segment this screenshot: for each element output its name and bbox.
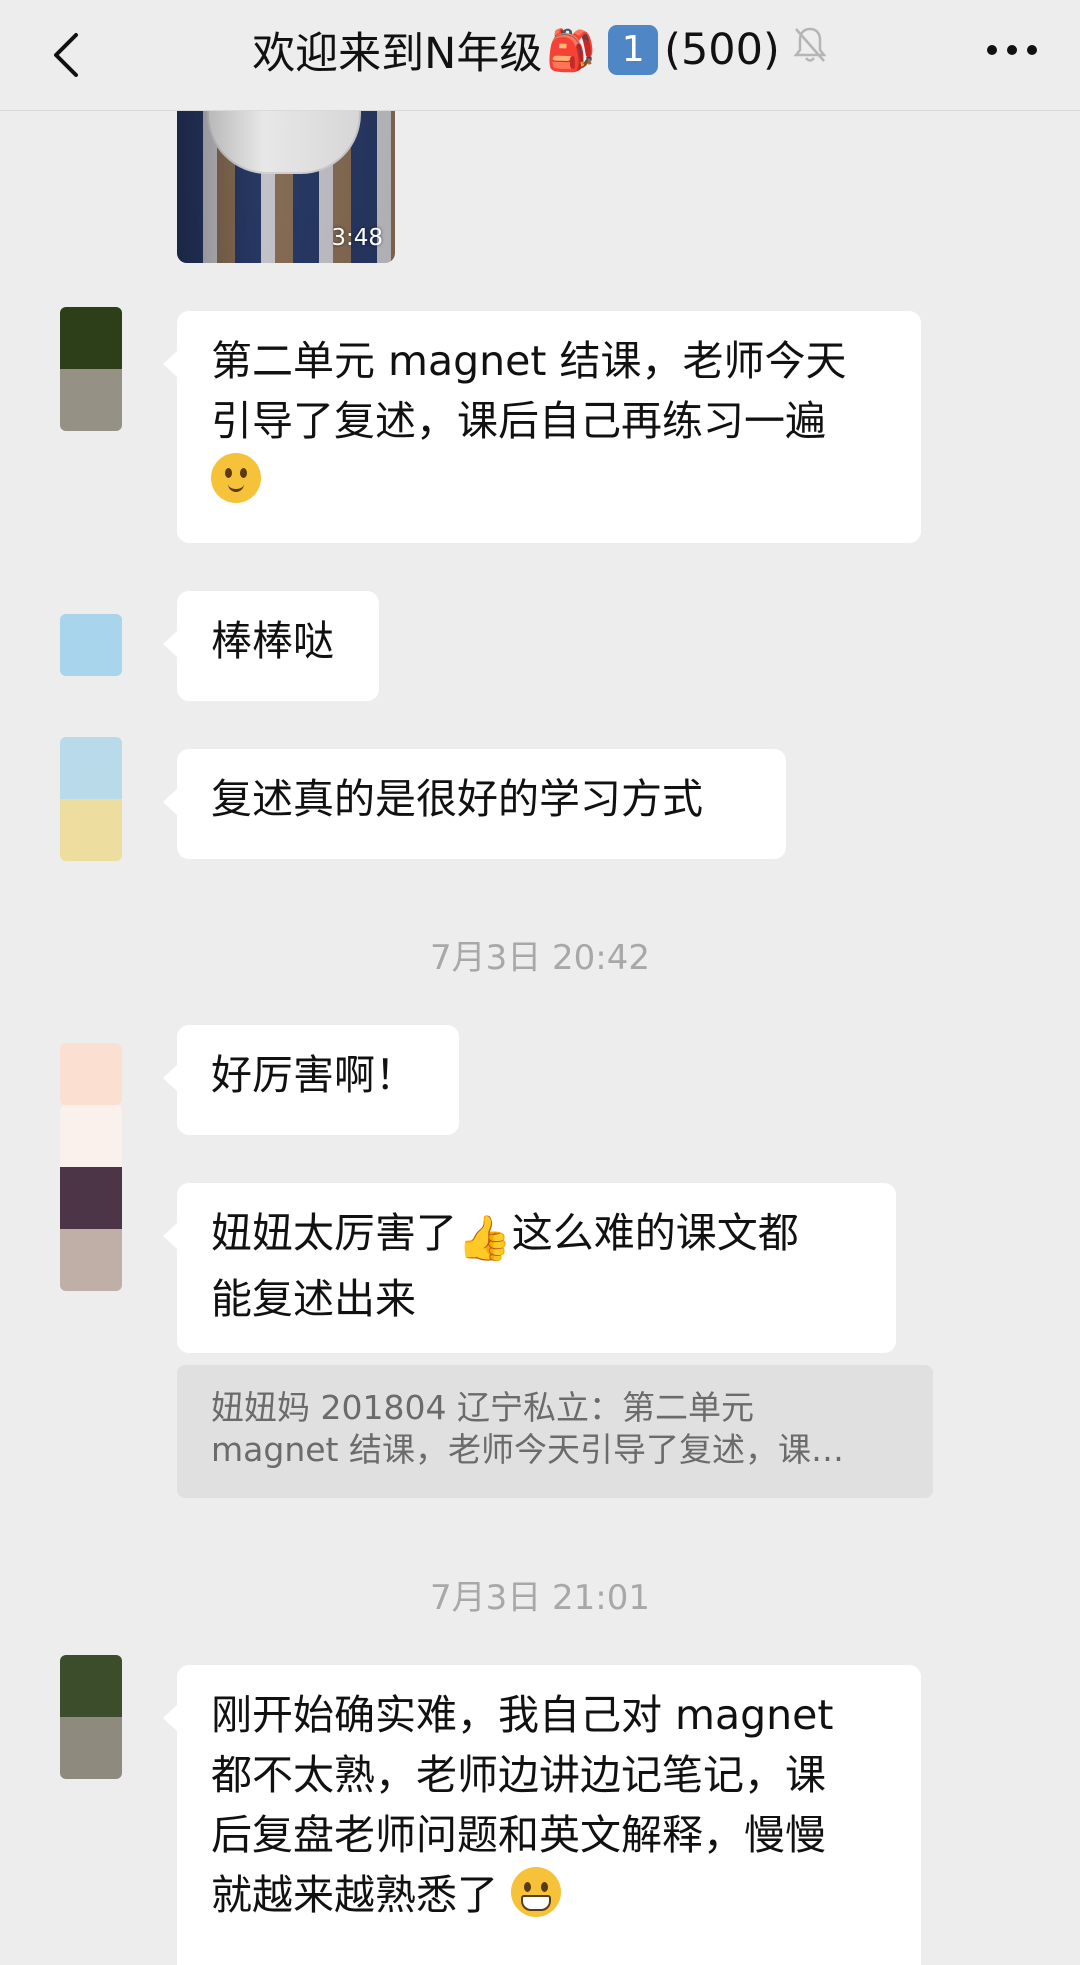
message-line: 后复盘老师问题和英文解释，慢慢 xyxy=(211,1811,826,1859)
hand-over-mouth-face-icon xyxy=(211,453,261,503)
more-options-button[interactable] xyxy=(982,30,1042,70)
message-timestamp: 7月3日 20:42 xyxy=(429,938,651,978)
message-bubble[interactable]: 复述真的是很好的学习方式 xyxy=(163,749,786,859)
message-line: 棒棒哒 xyxy=(211,617,334,665)
message-line: 能复述出来 xyxy=(211,1275,416,1323)
group-name: 欢迎来到N年级 xyxy=(252,29,543,79)
backpack-icon: 🎒 xyxy=(546,27,597,74)
message-bubble[interactable]: 第二单元 magnet 结课，老师今天 引导了复述，课后自己再练习一遍 xyxy=(163,311,921,543)
video-message-thumbnail[interactable]: 3:48 xyxy=(177,90,395,263)
avatar[interactable] xyxy=(60,307,122,431)
member-count: (500) xyxy=(664,25,780,75)
message-line: 好厉害啊！ xyxy=(211,1051,416,1099)
message-line xyxy=(211,451,887,511)
message-bubble[interactable]: 刚开始确实难，我自己对 magnet 都不太熟，老师边讲边记笔记，课 后复盘老师… xyxy=(163,1665,921,1965)
avatar[interactable] xyxy=(60,1655,122,1779)
message-bubble[interactable]: 妞妞太厉害了👍这么难的课文都 能复述出来 xyxy=(163,1183,896,1353)
grinning-face-icon xyxy=(511,1867,562,1917)
video-duration: 3:48 xyxy=(331,225,383,251)
keycap-one-icon: 1 xyxy=(608,25,659,75)
more-dots-icon xyxy=(987,45,1037,55)
avatar[interactable] xyxy=(60,1043,122,1105)
avatar[interactable] xyxy=(60,614,122,676)
thumbs-up-icon: 👍 xyxy=(457,1213,512,1264)
message-line: 都不太熟，老师边讲边记笔记，课 xyxy=(211,1751,826,1799)
avatar[interactable] xyxy=(60,737,122,861)
message-timestamp: 7月3日 21:01 xyxy=(429,1578,651,1618)
chat-title: 欢迎来到N年级 🎒 1 (500) xyxy=(110,0,970,100)
message-bubble[interactable]: 棒棒哒 xyxy=(163,591,379,701)
avatar[interactable] xyxy=(60,1105,122,1291)
bell-muted-icon xyxy=(792,25,828,76)
quote-line: 妞妞妈 201804 辽宁私立：第二单元 xyxy=(211,1388,754,1427)
message-line: 引导了复述，课后自己再练习一遍 xyxy=(211,397,826,445)
message-line: 复述真的是很好的学习方式 xyxy=(211,775,703,823)
message-line: 刚开始确实难，我自己对 magnet xyxy=(211,1691,834,1739)
chevron-left-icon xyxy=(54,33,78,77)
message-bubble[interactable]: 好厉害啊！ xyxy=(163,1025,459,1135)
chat-header: 欢迎来到N年级 🎒 1 (500) xyxy=(0,0,1080,111)
message-line: 就越来越熟悉了 xyxy=(211,1865,887,1925)
back-button[interactable] xyxy=(40,25,100,85)
message-line: 第二单元 magnet 结课，老师今天 xyxy=(211,337,847,385)
message-line: 妞妞太厉害了👍这么难的课文都 xyxy=(211,1203,862,1269)
quoted-reply[interactable]: 妞妞妈 201804 辽宁私立：第二单元 magnet 结课，老师今天引导了复述… xyxy=(177,1365,933,1498)
quote-line: magnet 结课，老师今天引导了复述，课… xyxy=(211,1430,844,1469)
